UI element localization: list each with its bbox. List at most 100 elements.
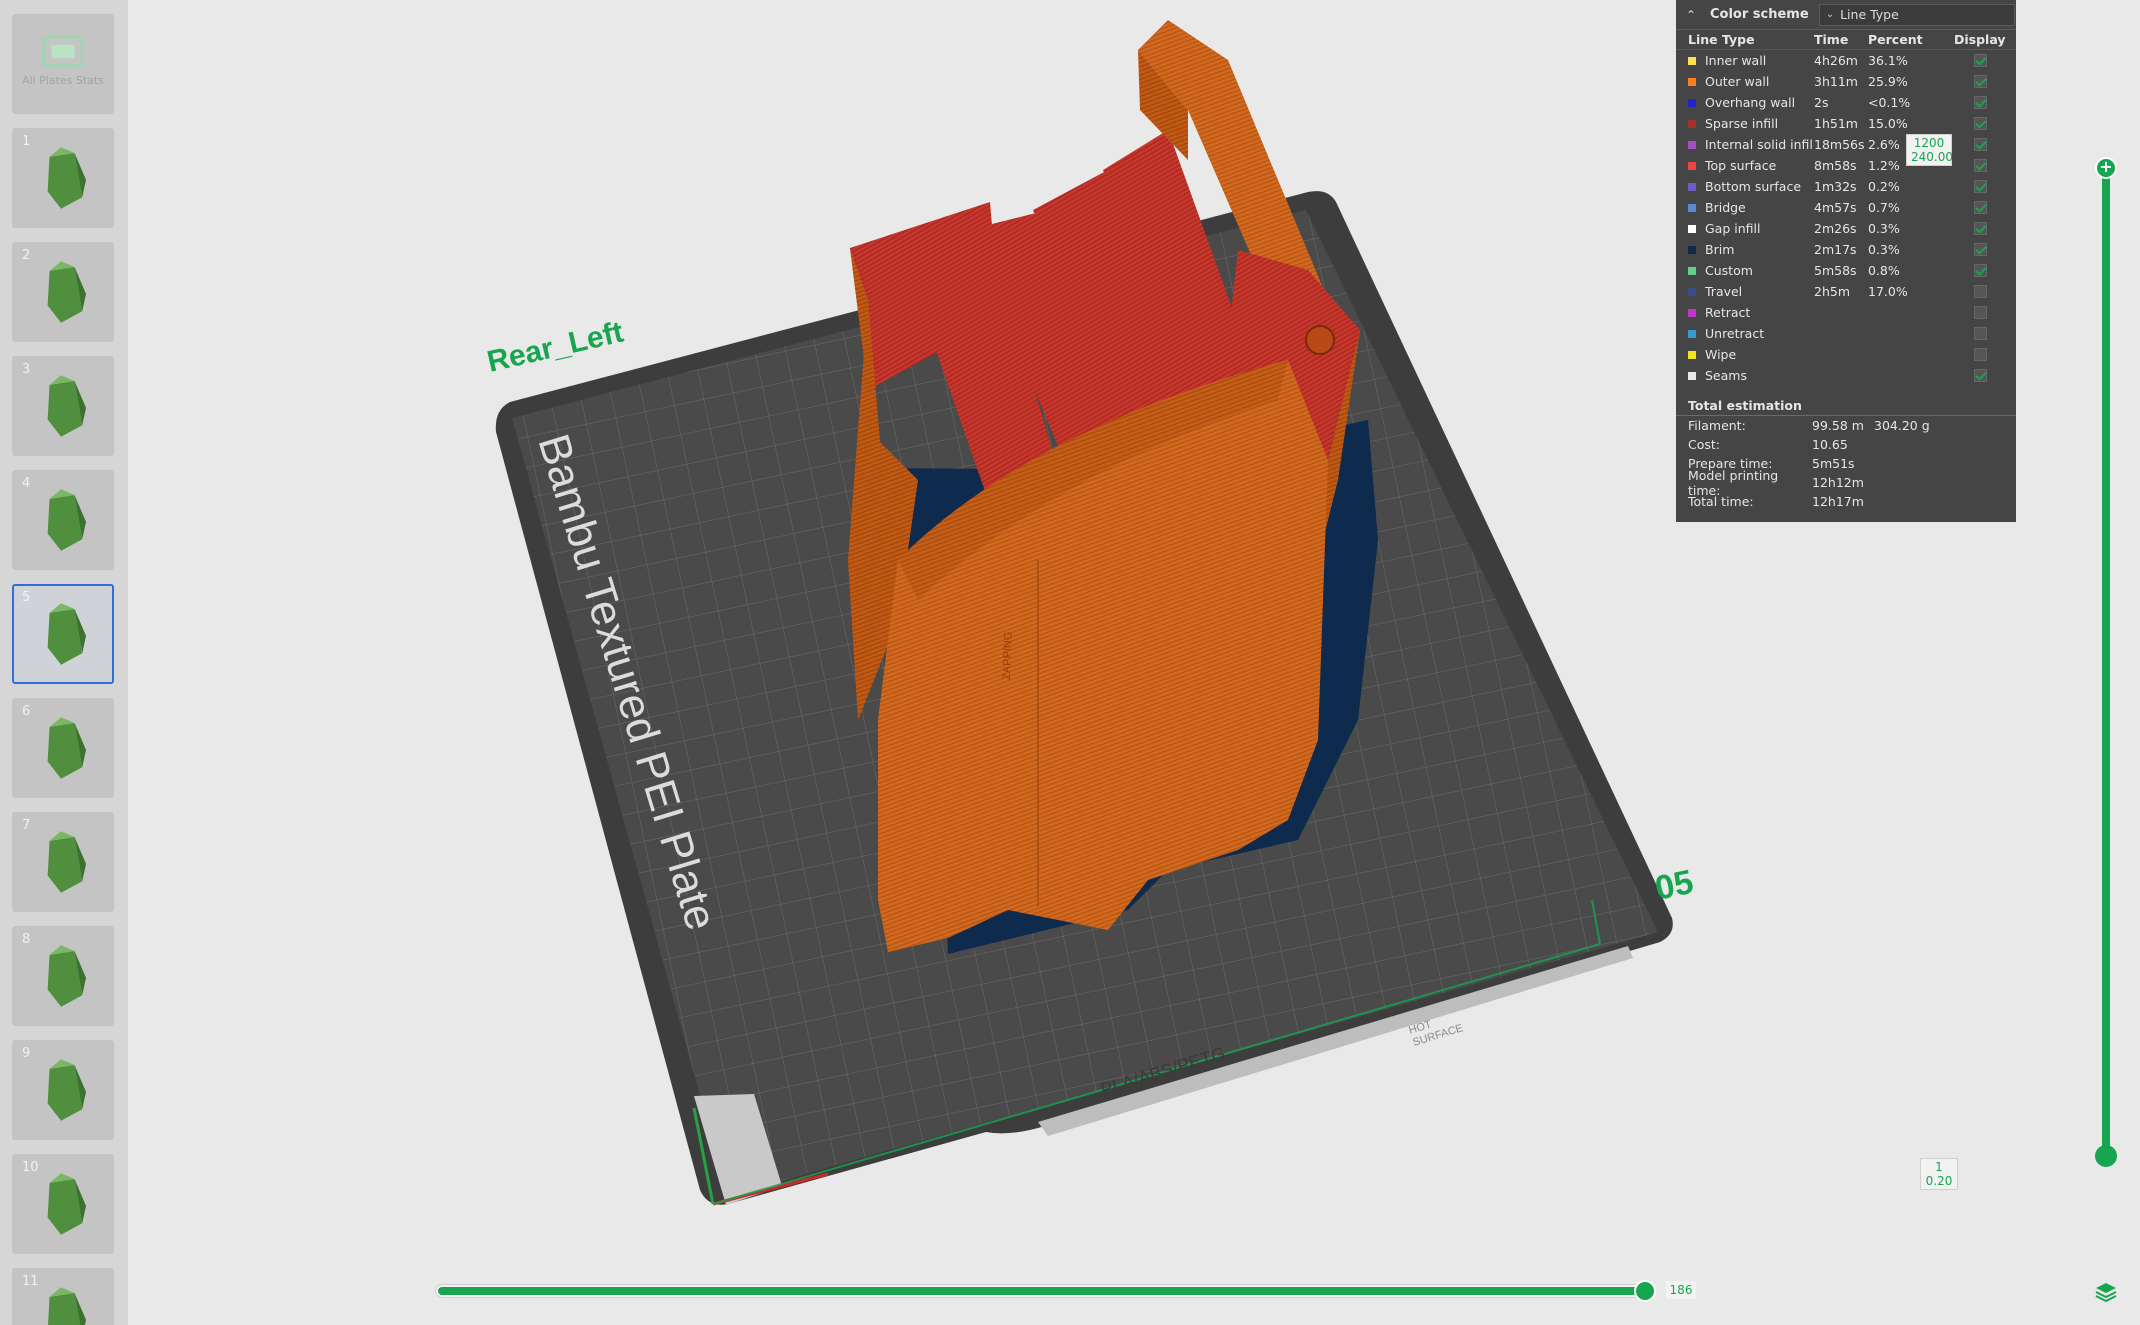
move-slider-track[interactable] [436,1285,1646,1297]
line-type-name: Sparse infill [1705,116,1779,131]
plate-number: 8 [22,932,31,947]
line-type-percent: 36.1% [1868,53,1908,68]
estimation-label: Model printing time: [1688,467,1779,498]
line-type-percent: <0.1% [1868,95,1911,110]
color-scheme-dropdown[interactable]: ⌄ Line Type [1818,3,2015,26]
line-type-name: Custom [1705,263,1753,278]
line-type-percent: 0.2% [1868,179,1900,194]
legend-row[interactable]: Sparse infill 1h51m 15.0% [1676,113,2016,134]
legend-rows: Inner wall 4h26m 36.1% Outer wall 3h11m 25.9%… [1676,50,2016,386]
line-type-time: 1h51m [1814,116,1858,131]
line-type-color-swatch [1688,245,1696,254]
display-checkbox[interactable] [1974,75,1987,88]
display-checkbox[interactable] [1974,96,1987,109]
estimation-value: 12h17m [1812,494,1864,509]
legend-row[interactable]: Travel 2h5m 17.0% [1676,281,2016,302]
move-slider-handle[interactable] [1634,1280,1656,1302]
legend-row[interactable]: Internal solid infill 18m56s 2.6% [1676,134,2016,155]
plate-thumbnail-1[interactable]: 1 [12,128,114,228]
plate-thumbnail-8[interactable]: 8 [12,926,114,1026]
layer-slider-bottom-handle[interactable] [2095,1145,2117,1167]
line-type-name: Travel [1705,284,1743,299]
plate-number: 3 [22,362,31,377]
legend-row[interactable]: Custom 5m58s 0.8% [1676,260,2016,281]
display-checkbox[interactable] [1974,369,1987,382]
legend-row[interactable]: Overhang wall 2s <0.1% [1676,92,2016,113]
layer-slider-track[interactable] [2102,168,2110,1156]
line-type-time: 18m56s [1814,137,1865,152]
estimation-label: Cost: [1688,437,1721,452]
estimation-value: 12h12m [1812,475,1864,490]
legend-row[interactable]: Top surface 8m58s 1.2% [1676,155,2016,176]
display-checkbox[interactable] [1974,222,1987,235]
display-checkbox[interactable] [1974,54,1987,67]
line-type-percent: 25.9% [1868,74,1908,89]
line-type-percent: 15.0% [1868,116,1908,131]
column-line-type: Line Type [1688,32,1755,47]
display-checkbox[interactable] [1974,201,1987,214]
column-time: Time [1814,32,1849,47]
legend-row[interactable]: Inner wall 4h26m 36.1% [1676,50,2016,71]
line-type-percent: 0.3% [1868,242,1900,257]
plate-thumbnail-3[interactable]: 3 [12,356,114,456]
display-checkbox[interactable] [1974,159,1987,172]
estimation-rows: Filament: 99.58 m 304.20 g Cost: 10.65 Prepar… [1676,416,2016,511]
plate-thumbnail-2[interactable]: 2 [12,242,114,342]
display-checkbox[interactable] [1974,327,1987,340]
sliced-model[interactable]: ZAPPING [848,20,1378,954]
total-estimation-title: Total estimation [1676,396,2016,416]
line-type-color-swatch [1688,266,1696,275]
legend-row[interactable]: Brim 2m17s 0.3% [1676,239,2016,260]
legend-row[interactable]: Unretract [1676,323,2016,344]
estimation-label: Filament: [1688,418,1746,433]
line-type-color-swatch [1688,161,1696,170]
line-type-color-swatch [1688,287,1696,296]
display-checkbox[interactable] [1974,243,1987,256]
line-type-name: Unretract [1705,326,1765,341]
model-emboss-text: ZAPPING [1001,631,1015,680]
legend-row[interactable]: Bridge 4m57s 0.7% [1676,197,2016,218]
legend-row[interactable]: Wipe [1676,344,2016,365]
display-checkbox[interactable] [1974,306,1987,319]
plate-thumbnail-11[interactable]: 11 [12,1268,114,1325]
all-plates-stats-button[interactable]: All Plates Stats [12,14,114,114]
line-type-percent: 17.0% [1868,284,1908,299]
line-type-name: Seams [1705,368,1747,383]
legend-row[interactable]: Outer wall 3h11m 25.9% [1676,71,2016,92]
display-checkbox[interactable] [1974,264,1987,277]
plate-thumbnail-5[interactable]: 5 [12,584,114,684]
line-type-time: 3h11m [1814,74,1858,89]
layers-icon[interactable] [2094,1280,2118,1304]
legend-row[interactable]: Bottom surface 1m32s 0.2% [1676,176,2016,197]
line-type-name: Retract [1705,305,1751,320]
line-type-time: 1m32s [1814,179,1857,194]
line-type-time: 8m58s [1814,158,1857,173]
display-checkbox[interactable] [1974,285,1987,298]
line-type-color-swatch [1688,182,1696,191]
legend-row[interactable]: Gap infill 2m26s 0.3% [1676,218,2016,239]
display-checkbox[interactable] [1974,138,1987,151]
plate-thumbnail-7[interactable]: 7 [12,812,114,912]
display-checkbox[interactable] [1974,348,1987,361]
estimation-value: 99.58 m [1812,418,1864,433]
estimation-label: Total time: [1688,494,1754,509]
plate-number: 10 [22,1160,39,1175]
plate-number: 2 [22,248,31,263]
line-type-color-swatch [1688,329,1696,338]
plate-thumbnail-6[interactable]: 6 [12,698,114,798]
layer-slider-top-handle[interactable]: + [2095,157,2117,179]
legend-row[interactable]: Retract [1676,302,2016,323]
plate-thumbnail-10[interactable]: 10 [12,1154,114,1254]
display-checkbox[interactable] [1974,117,1987,130]
plate-thumbnail-4[interactable]: 4 [12,470,114,570]
column-percent: Percent [1868,32,1923,47]
display-checkbox[interactable] [1974,180,1987,193]
line-type-percent: 0.3% [1868,221,1900,236]
legend-row[interactable]: Seams [1676,365,2016,386]
estimation-value-secondary: 304.20 g [1874,418,1930,433]
line-type-name: Bottom surface [1705,179,1802,194]
plate-thumbnail-9[interactable]: 9 [12,1040,114,1140]
collapse-legend-icon[interactable]: ⌃ [1686,8,1702,22]
legend-header: ⌃ Color scheme ⌄ Line Type [1676,0,2016,30]
plate-list-sidebar: All Plates Stats 1 2 3 4 5 6 7 8 9 10 11 [0,0,128,1325]
